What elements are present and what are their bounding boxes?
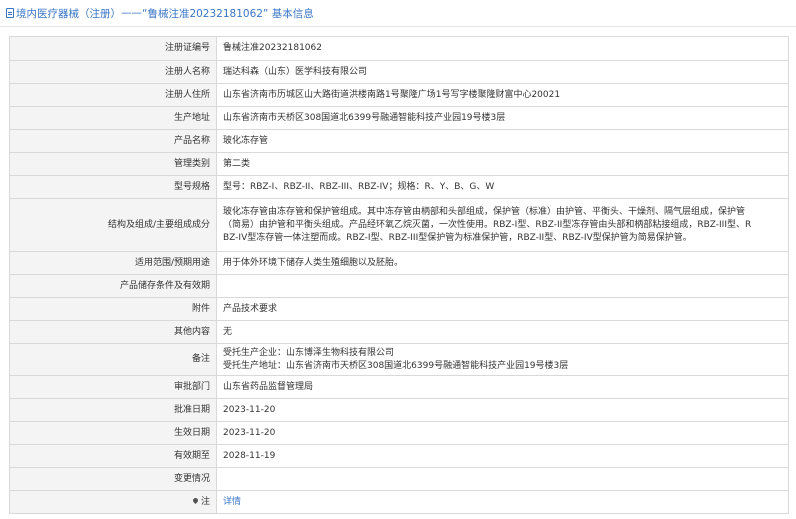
field-label: 生效日期 [9,421,217,445]
details-link[interactable]: 详情 [223,497,241,507]
table-row: 审批部门 山东省药品监督管理局 [9,375,789,399]
note-label: 注 [200,496,210,507]
field-label: 注册证编号 [9,36,217,61]
structure-line: 玻化冻存管由冻存管和保护管组成。其中冻存管由柄部和头部组成，保护管（标准）由护管… [223,206,746,217]
info-table: 注册证编号 鲁械注准20232181062 注册人名称 瑞达科森（山东）医学科技… [9,36,789,514]
field-label: 注册人名称 [9,60,217,84]
table-row: 备注 受托生产企业：山东博泽生物科技有限公司 受托生产地址：山东省济南市天桥区3… [9,343,789,376]
field-value: 第二类 [216,152,789,176]
field-value: 2028-11-19 [216,444,789,468]
field-label: 产品名称 [9,129,217,153]
field-value-multiline: 受托生产企业：山东博泽生物科技有限公司 受托生产地址：山东省济南市天桥区308国… [216,343,789,376]
breadcrumb: 境内医疗器械（注册） —— “鲁械注准20232181062” 基本信息 [0,0,796,27]
location-pin-icon [191,496,200,504]
field-value: 型号：RBZ-I、RBZ-II、RBZ-III、RBZ-IV；规格：R、Y、B、… [216,175,789,199]
field-value [216,467,789,491]
field-label: 其他内容 [9,320,217,344]
table-row: 注 详情 [9,490,789,514]
table-row: 其他内容 无 [9,320,789,344]
breadcrumb-section[interactable]: 境内医疗器械（注册） [16,6,121,21]
table-row: 型号规格 型号：RBZ-I、RBZ-II、RBZ-III、RBZ-IV；规格：R… [9,175,789,199]
table-row: 注册人住所 山东省济南市历城区山大路街道洪楼南路1号聚隆广场1号写字楼聚隆财富中… [9,83,789,107]
page-title: “鲁械注准20232181062” 基本信息 [142,7,314,20]
info-table-container: 注册证编号 鲁械注准20232181062 注册人名称 瑞达科森（山东）医学科技… [9,36,789,514]
field-value [216,274,789,298]
document-icon [6,8,14,18]
table-row: 产品名称 玻化冻存管 [9,129,789,153]
table-row: 产品储存条件及有效期 [9,274,789,298]
field-value: 2023-11-20 [216,398,789,422]
field-label: 管理类别 [9,152,217,176]
table-row: 批准日期 2023-11-20 [9,398,789,422]
field-value: 鲁械注准20232181062 [216,36,789,61]
field-label: 结构及组成/主要组成成分 [9,198,217,252]
field-value: 用于体外环境下储存人类生殖细胞以及胚胎。 [216,251,789,275]
field-label: 产品储存条件及有效期 [9,274,217,298]
field-value: 产品技术要求 [216,297,789,321]
table-row: 生效日期 2023-11-20 [9,421,789,445]
field-label: 批准日期 [9,398,217,422]
field-value: 山东省济南市历城区山大路街道洪楼南路1号聚隆广场1号写字楼聚隆财富中心20021 [216,83,789,107]
field-value-multiline: 玻化冻存管由冻存管和保护管组成。其中冻存管由柄部和头部组成，保护管（标准）由护管… [216,198,789,252]
table-row: 变更情况 [9,467,789,491]
table-row: 适用范围/预期用途 用于体外环境下储存人类生殖细胞以及胚胎。 [9,251,789,275]
field-value: 玻化冻存管 [216,129,789,153]
structure-line: BZ-IV型冻存管一体注塑而成。RBZ-I型、RBZ-III型保护管为标准保护管… [223,232,692,243]
table-row: 有效期至 2028-11-19 [9,444,789,468]
table-row: 生产地址 山东省济南市天桥区308国道北6399号融通智能科技产业园19号楼3层 [9,106,789,130]
field-value: 2023-11-20 [216,421,789,445]
field-value: 山东省药品监督管理局 [216,375,789,399]
field-label: 审批部门 [9,375,217,399]
field-label: 适用范围/预期用途 [9,251,217,275]
field-label: 型号规格 [9,175,217,199]
remark-line: 受托生产地址：山东省济南市天桥区308国道北6399号融通智能科技产业园19号楼… [223,360,569,371]
table-row: 管理类别 第二类 [9,152,789,176]
table-row: 注册人名称 瑞达科森（山东）医学科技有限公司 [9,60,789,84]
breadcrumb-separator: —— [121,7,142,19]
field-label: 变更情况 [9,467,217,491]
field-label: 有效期至 [9,444,217,468]
table-row: 结构及组成/主要组成成分 玻化冻存管由冻存管和保护管组成。其中冻存管由柄部和头部… [9,198,789,252]
field-label: 生产地址 [9,106,217,130]
field-label: 注 [9,490,217,514]
field-value: 详情 [216,490,789,514]
field-value: 山东省济南市天桥区308国道北6399号融通智能科技产业园19号楼3层 [216,106,789,130]
field-label: 备注 [9,343,217,376]
field-label: 附件 [9,297,217,321]
table-row: 注册证编号 鲁械注准20232181062 [9,36,789,61]
table-row: 附件 产品技术要求 [9,297,789,321]
field-value: 无 [216,320,789,344]
remark-line: 受托生产企业：山东博泽生物科技有限公司 [223,347,395,358]
field-label: 注册人住所 [9,83,217,107]
structure-line: （简易）由护管和平衡头组成。产品经环氧乙烷灭菌，一次性使用。RBZ-I型、RBZ… [223,219,752,230]
field-value: 瑞达科森（山东）医学科技有限公司 [216,60,789,84]
